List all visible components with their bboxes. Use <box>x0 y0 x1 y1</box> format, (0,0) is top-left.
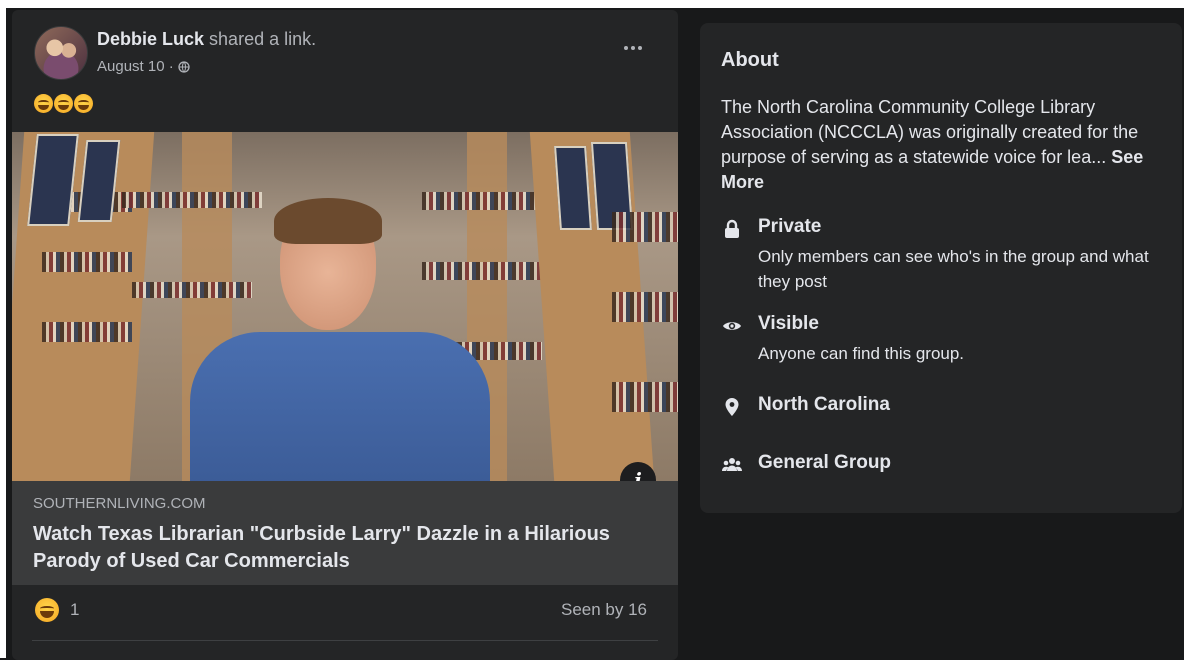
about-card: About The North Carolina Community Colle… <box>700 23 1182 513</box>
window-edge <box>0 0 6 658</box>
eye-icon <box>723 322 741 330</box>
laughing-emoji-icon <box>34 94 53 113</box>
location-pin-icon <box>725 398 739 416</box>
person-figure <box>190 332 490 481</box>
group-type-title: General Group <box>758 452 892 473</box>
post-meta: August 10 · <box>97 58 190 75</box>
laughing-reaction-icon[interactable] <box>35 598 59 622</box>
post-text-emojis <box>34 94 93 113</box>
about-description: The North Carolina Community College Lib… <box>721 95 1161 195</box>
link-title[interactable]: Watch Texas Librarian "Curbside Larry" D… <box>33 521 633 575</box>
visibility-subtitle: Anyone can find this group. <box>758 344 965 363</box>
laughing-emoji-icon <box>74 94 93 113</box>
about-description-text: The North Carolina Community College Lib… <box>721 97 1139 167</box>
link-preview-image[interactable]: i <box>12 132 678 481</box>
footer-divider <box>32 640 658 641</box>
group-icon <box>722 458 742 471</box>
privacy-title: Private <box>758 216 822 237</box>
author-name[interactable]: Debbie Luck <box>97 29 204 49</box>
laughing-emoji-icon <box>54 94 73 113</box>
seen-by-count[interactable]: Seen by 16 <box>561 600 647 620</box>
globe-icon <box>178 60 190 73</box>
author-line: Debbie Luck shared a link. <box>97 29 316 50</box>
post-card: Debbie Luck shared a link. August 10 · i… <box>12 10 678 660</box>
location-title[interactable]: North Carolina <box>758 394 890 416</box>
post-action-text: shared a link. <box>209 29 317 49</box>
link-preview-text[interactable]: SOUTHERNLIVING.COM Watch Texas Librarian… <box>12 481 678 585</box>
lock-icon <box>725 219 739 238</box>
reaction-count[interactable]: 1 <box>70 600 79 620</box>
more-options-icon[interactable] <box>617 36 649 60</box>
link-domain: SOUTHERNLIVING.COM <box>33 495 206 512</box>
post-date[interactable]: August 10 · <box>97 58 174 75</box>
visibility-title: Visible <box>758 313 819 334</box>
window-edge <box>0 0 1184 8</box>
privacy-subtitle: Only members can see who's in the group … <box>758 247 1149 291</box>
post-header: Debbie Luck shared a link. August 10 · <box>12 10 678 130</box>
about-title: About <box>721 49 779 71</box>
author-avatar[interactable] <box>34 26 88 80</box>
